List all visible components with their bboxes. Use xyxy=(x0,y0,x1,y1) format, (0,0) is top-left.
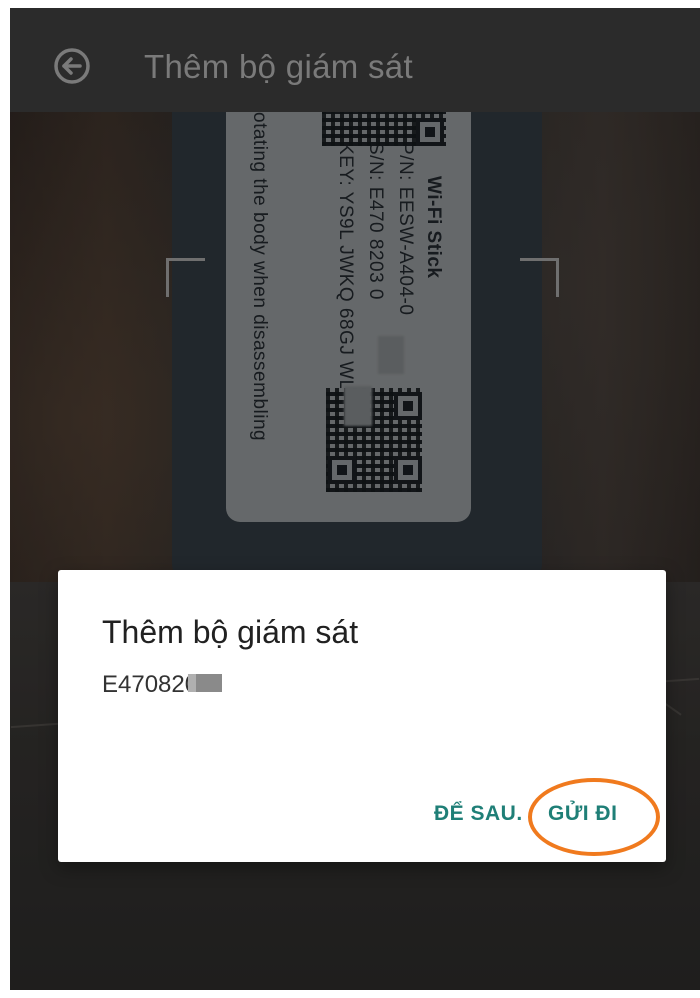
dialog-title: Thêm bộ giám sát xyxy=(102,614,359,650)
screen: Wi-Fi Stick P/N: EESW-A404-0 S/N: E470 8… xyxy=(10,8,700,990)
send-button[interactable]: GỬI ĐI xyxy=(548,800,617,828)
serial-number-text: E470820 xyxy=(102,671,199,698)
back-button[interactable] xyxy=(52,46,92,86)
app-bar-title: Thêm bộ giám sát xyxy=(144,48,413,85)
dialog-serial-text: E470820 xyxy=(102,670,223,700)
later-button[interactable]: ĐỂ SAU. xyxy=(434,800,523,828)
back-arrow-circle-icon xyxy=(54,48,90,84)
redacted-serial-suffix xyxy=(188,673,223,692)
app-bar: Thêm bộ giám sát xyxy=(10,8,700,112)
add-monitor-dialog: Thêm bộ giám sát E470820 ĐỂ SAU. GỬI ĐI xyxy=(58,570,666,862)
